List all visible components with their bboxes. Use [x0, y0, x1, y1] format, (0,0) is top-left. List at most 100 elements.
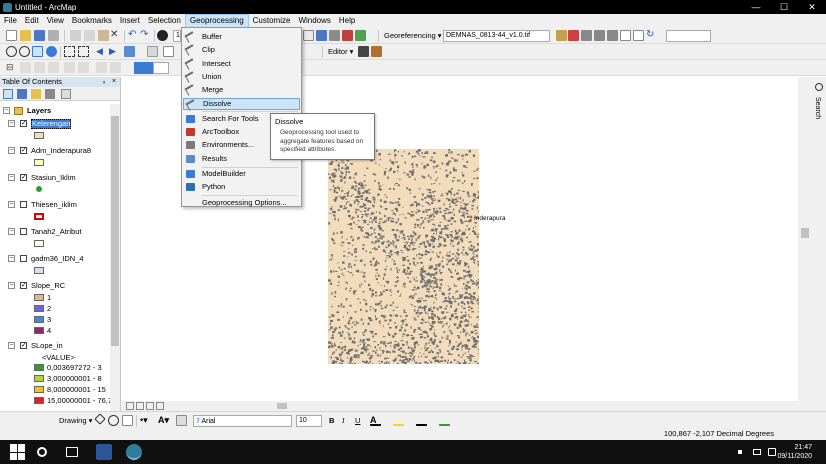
menu-item-modelbuilder[interactable]: ModelBuilder: [183, 168, 300, 180]
fixed-zoom-in-icon[interactable]: [64, 46, 75, 57]
collapse-icon[interactable]: −: [8, 282, 15, 289]
save-icon[interactable]: [34, 30, 45, 41]
new-text-icon[interactable]: A▾: [158, 415, 169, 426]
menu-customize[interactable]: Customize: [249, 14, 295, 28]
layer-name[interactable]: gadm36_IDN_4: [31, 254, 84, 264]
menu-file[interactable]: File: [0, 14, 21, 28]
layer-visibility-checkbox[interactable]: [20, 201, 27, 208]
effects-icon[interactable]: [20, 62, 31, 73]
menu-item-merge[interactable]: Merge: [183, 84, 300, 96]
line-color-icon[interactable]: [416, 415, 427, 426]
task-view-icon[interactable]: [66, 447, 78, 457]
data-view-icon[interactable]: [126, 402, 134, 410]
edit-tool-icon[interactable]: [358, 46, 369, 57]
menu-item-buffer[interactable]: Buffer: [183, 31, 300, 43]
contrast-icon[interactable]: [78, 62, 89, 73]
menu-item-union[interactable]: Union: [183, 71, 300, 83]
toc-close-icon[interactable]: ×: [112, 77, 116, 87]
menu-edit[interactable]: Edit: [21, 14, 43, 28]
fill-color-icon[interactable]: [393, 415, 404, 426]
swipe-icon[interactable]: [34, 62, 45, 73]
menu-insert[interactable]: Insert: [116, 14, 144, 28]
select-features-icon[interactable]: [124, 46, 135, 57]
toc-toggle-icon[interactable]: [329, 30, 340, 41]
start-button-icon[interactable]: [10, 444, 26, 460]
catalog-icon[interactable]: [316, 30, 327, 41]
collapse-icon[interactable]: −: [8, 255, 15, 262]
rotate-element-icon[interactable]: [108, 415, 119, 426]
toolbox-icon[interactable]: [342, 30, 353, 41]
layer-name[interactable]: SLope_in: [31, 341, 63, 351]
system-clock[interactable]: 21:47 09/11/2020: [777, 443, 812, 461]
layer-name[interactable]: Stasiun_Iklim: [31, 173, 76, 183]
menu-item-clip[interactable]: Clip: [183, 44, 300, 57]
color-selector[interactable]: [134, 62, 153, 74]
auto-adjust-icon[interactable]: [594, 30, 605, 41]
slope-raster-map[interactable]: [328, 149, 479, 364]
collapse-icon[interactable]: −: [8, 120, 15, 127]
rectangle-shape-icon[interactable]: •▾: [140, 415, 151, 426]
redo-icon[interactable]: ↷: [140, 30, 151, 41]
add-control-points-icon[interactable]: [568, 30, 579, 41]
zoom-out-icon[interactable]: [19, 46, 30, 57]
menu-item-dissolve[interactable]: Dissolve: [183, 97, 300, 111]
layer-visibility-checkbox[interactable]: ✓: [20, 120, 27, 127]
menu-windows[interactable]: Windows: [294, 14, 334, 28]
zoom-whole-page-icon[interactable]: [122, 415, 133, 426]
collapse-icon[interactable]: −: [3, 107, 10, 114]
add-data-icon[interactable]: [157, 30, 168, 41]
layer-name[interactable]: Thiesen_iklim: [31, 200, 77, 210]
pause-drawing-icon[interactable]: [156, 402, 164, 410]
georeference-layer-select[interactable]: DEMNAS_0813-44_v1.0.tif: [443, 30, 550, 42]
tray-chevron-icon[interactable]: [738, 450, 742, 454]
pan-icon[interactable]: [32, 46, 43, 57]
menu-item-intersect[interactable]: Intersect: [183, 57, 300, 70]
select-elements-icon[interactable]: [163, 46, 174, 57]
font-name-select[interactable]: Ŧ Arial: [193, 415, 292, 427]
menu-bookmarks[interactable]: Bookmarks: [68, 14, 116, 28]
menu-selection[interactable]: Selection: [144, 14, 185, 28]
back-extent-icon[interactable]: ◀: [96, 46, 107, 57]
map-vertical-scrollbar[interactable]: [798, 77, 812, 411]
print-icon[interactable]: [48, 30, 59, 41]
menu-geoprocessing[interactable]: Geoprocessing: [184, 14, 249, 28]
drawing-menu[interactable]: Drawing ▾: [59, 415, 92, 427]
flicker-icon[interactable]: [48, 62, 59, 73]
zoom-in-icon[interactable]: [6, 46, 17, 57]
menu-item-python[interactable]: Python: [183, 181, 300, 193]
layout-view-icon[interactable]: [136, 402, 144, 410]
layer-name[interactable]: Slope_RC: [31, 281, 65, 291]
georeferencing-menu[interactable]: Georeferencing ▾: [384, 30, 442, 42]
layer-visibility-checkbox[interactable]: ✓: [20, 147, 27, 154]
select-elements-icon[interactable]: [94, 413, 106, 425]
volume-icon[interactable]: [768, 448, 776, 456]
refresh-view-icon[interactable]: [146, 402, 154, 410]
list-by-source-icon[interactable]: [17, 89, 27, 99]
layer-name[interactable]: Adm_Inderapura8: [31, 146, 91, 156]
cut-icon[interactable]: [70, 30, 81, 41]
view-link-table-icon[interactable]: [620, 30, 631, 41]
maximize-button[interactable]: ☐: [770, 0, 798, 14]
new-document-icon[interactable]: [6, 30, 17, 41]
menu-view[interactable]: View: [43, 14, 68, 28]
search-side-tab[interactable]: Search: [812, 77, 826, 411]
python-window-icon[interactable]: [355, 30, 366, 41]
menu-help[interactable]: Help: [335, 14, 359, 28]
adjust-transparency-icon[interactable]: [64, 62, 75, 73]
list-by-drawing-order-icon[interactable]: [3, 89, 13, 99]
map-horizontal-scrollbar[interactable]: [122, 401, 798, 411]
arcmap-taskbar-icon[interactable]: [126, 444, 142, 460]
toc-scrollbar[interactable]: [110, 104, 120, 411]
full-extent-icon[interactable]: [46, 46, 57, 57]
layer-visibility-checkbox[interactable]: ✓: [20, 342, 27, 349]
layer-visibility-checkbox[interactable]: [20, 255, 27, 262]
list-by-visibility-icon[interactable]: [31, 89, 41, 99]
copy-icon[interactable]: [84, 30, 95, 41]
list-by-selection-icon[interactable]: [45, 89, 55, 99]
search-input[interactable]: [666, 30, 711, 42]
paste-icon[interactable]: [98, 30, 109, 41]
measure-icon[interactable]: ⊟: [6, 62, 17, 73]
toc-options-icon[interactable]: [61, 89, 71, 99]
color-selector-dropdown[interactable]: [153, 62, 169, 74]
fixed-zoom-out-icon[interactable]: [78, 46, 89, 57]
